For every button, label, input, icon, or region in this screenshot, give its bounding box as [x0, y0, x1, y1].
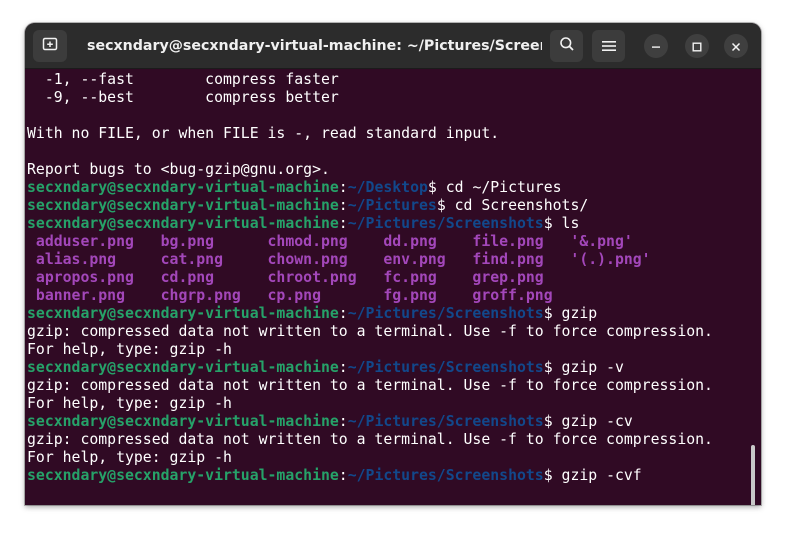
terminal-text-segment: gzip: compressed data not written to a t…	[27, 323, 713, 340]
terminal-text-segment: :	[338, 197, 348, 214]
terminal-text-segment: $ gzip -v	[543, 359, 624, 376]
terminal-text-segment: ~/Pictures/Screenshots	[347, 305, 544, 322]
terminal-line: -1, --fast compress faster	[27, 71, 713, 89]
terminal-line: banner.png chgrp.png cp.png fg.png groff…	[27, 287, 713, 305]
terminal-text-segment: :	[338, 215, 348, 232]
new-tab-icon	[42, 36, 58, 56]
terminal-line: gzip: compressed data not written to a t…	[27, 323, 713, 341]
terminal-text-segment: Report bugs to <bug-gzip@gnu.org>.	[27, 161, 330, 178]
terminal-line: gzip: compressed data not written to a t…	[27, 377, 713, 395]
terminal-line: For help, type: gzip -h	[27, 395, 713, 413]
terminal-text-segment: secxndary@secxndary-virtual-machine	[27, 197, 339, 214]
scrollbar-thumb[interactable]	[751, 445, 755, 505]
terminal-window: secxndary@secxndary-virtual-machine: ~/P…	[25, 23, 761, 505]
close-button[interactable]	[724, 34, 748, 58]
terminal-text-segment: $ gzip -cv	[543, 413, 633, 430]
terminal-text-segment: secxndary@secxndary-virtual-machine	[27, 305, 339, 322]
terminal-text-segment: $ ls	[543, 215, 580, 232]
terminal-text-segment: alias.png cat.png chown.png env.png find…	[27, 251, 651, 268]
terminal-lines: -1, --fast compress faster -9, --best co…	[27, 71, 713, 485]
terminal-text-segment: gzip: compressed data not written to a t…	[27, 377, 713, 394]
terminal-line: secxndary@secxndary-virtual-machine:~/Pi…	[27, 305, 713, 323]
terminal-text-segment: For help, type: gzip -h	[27, 449, 232, 466]
terminal-text-segment: adduser.png bg.png chmod.png dd.png file…	[27, 233, 633, 250]
terminal-text-segment: For help, type: gzip -h	[27, 395, 232, 412]
terminal-text-segment: secxndary@secxndary-virtual-machine	[27, 359, 339, 376]
hamburger-menu-icon	[601, 37, 616, 56]
terminal-text-segment: :	[338, 359, 348, 376]
terminal-line: With no FILE, or when FILE is -, read st…	[27, 125, 713, 143]
terminal-line: secxndary@secxndary-virtual-machine:~/Pi…	[27, 413, 713, 431]
terminal-text-segment: For help, type: gzip -h	[27, 341, 232, 358]
terminal-text-segment: secxndary@secxndary-virtual-machine	[27, 467, 339, 484]
terminal-text-segment: -1, --fast compress faster	[27, 71, 339, 88]
terminal-line: For help, type: gzip -h	[27, 341, 713, 359]
terminal-text-segment: $ gzip -cvf	[543, 467, 642, 484]
minimize-button[interactable]	[644, 34, 668, 58]
terminal-line: secxndary@secxndary-virtual-machine:~/Pi…	[27, 215, 713, 233]
terminal-line: alias.png cat.png chown.png env.png find…	[27, 251, 713, 269]
terminal-text-segment: ~/Pictures/Screenshots	[347, 215, 544, 232]
terminal-line: gzip: compressed data not written to a t…	[27, 431, 713, 449]
maximize-icon	[692, 37, 702, 56]
terminal-text-segment: -9, --best compress better	[27, 89, 339, 106]
terminal-text-segment: :	[338, 467, 348, 484]
terminal-text-segment: secxndary@secxndary-virtual-machine	[27, 179, 339, 196]
search-icon	[559, 36, 575, 56]
terminal-text-segment: $ cd Screenshots/	[436, 197, 589, 214]
new-tab-button[interactable]	[33, 30, 67, 62]
terminal-text-segment: ~/Pictures/Screenshots	[347, 467, 544, 484]
terminal-text-segment: ~/Desktop	[347, 179, 428, 196]
terminal-output[interactable]: -1, --fast compress faster -9, --best co…	[25, 69, 761, 505]
title-bar[interactable]: secxndary@secxndary-virtual-machine: ~/P…	[25, 23, 761, 69]
terminal-line: Report bugs to <bug-gzip@gnu.org>.	[27, 161, 713, 179]
terminal-line: secxndary@secxndary-virtual-machine:~/Pi…	[27, 359, 713, 377]
terminal-line: apropos.png cd.png chroot.png fc.png gre…	[27, 269, 713, 287]
terminal-text-segment: banner.png chgrp.png cp.png fg.png groff…	[27, 287, 553, 304]
terminal-text-segment: ~/Pictures/Screenshots	[347, 413, 544, 430]
terminal-text-segment: secxndary@secxndary-virtual-machine	[27, 413, 339, 430]
terminal-text-segment: :	[338, 179, 348, 196]
terminal-text-segment: apropos.png cd.png chroot.png fc.png gre…	[27, 269, 544, 286]
menu-button[interactable]	[592, 30, 625, 62]
terminal-line: -9, --best compress better	[27, 89, 713, 107]
terminal-text-segment: With no FILE, or when FILE is -, read st…	[27, 125, 500, 142]
terminal-line: For help, type: gzip -h	[27, 449, 713, 467]
terminal-text-segment: :	[338, 413, 348, 430]
close-icon	[731, 37, 741, 56]
terminal-text-segment: secxndary@secxndary-virtual-machine	[27, 215, 339, 232]
search-button[interactable]	[550, 30, 583, 62]
minimize-icon	[651, 37, 661, 56]
terminal-text-segment: ~/Pictures	[347, 197, 437, 214]
terminal-line: secxndary@secxndary-virtual-machine:~/Pi…	[27, 197, 713, 215]
terminal-line: secxndary@secxndary-virtual-machine:~/Pi…	[27, 467, 713, 485]
terminal-text-segment: gzip: compressed data not written to a t…	[27, 431, 713, 448]
window-title: secxndary@secxndary-virtual-machine: ~/P…	[87, 38, 542, 54]
terminal-text-segment: ~/Pictures/Screenshots	[347, 359, 544, 376]
terminal-text-segment: $ gzip	[543, 305, 598, 322]
terminal-text-segment: :	[338, 305, 348, 322]
terminal-line: adduser.png bg.png chmod.png dd.png file…	[27, 233, 713, 251]
maximize-button[interactable]	[685, 34, 709, 58]
terminal-line: secxndary@secxndary-virtual-machine:~/De…	[27, 179, 713, 197]
terminal-text-segment: $ cd ~/Pictures	[427, 179, 562, 196]
